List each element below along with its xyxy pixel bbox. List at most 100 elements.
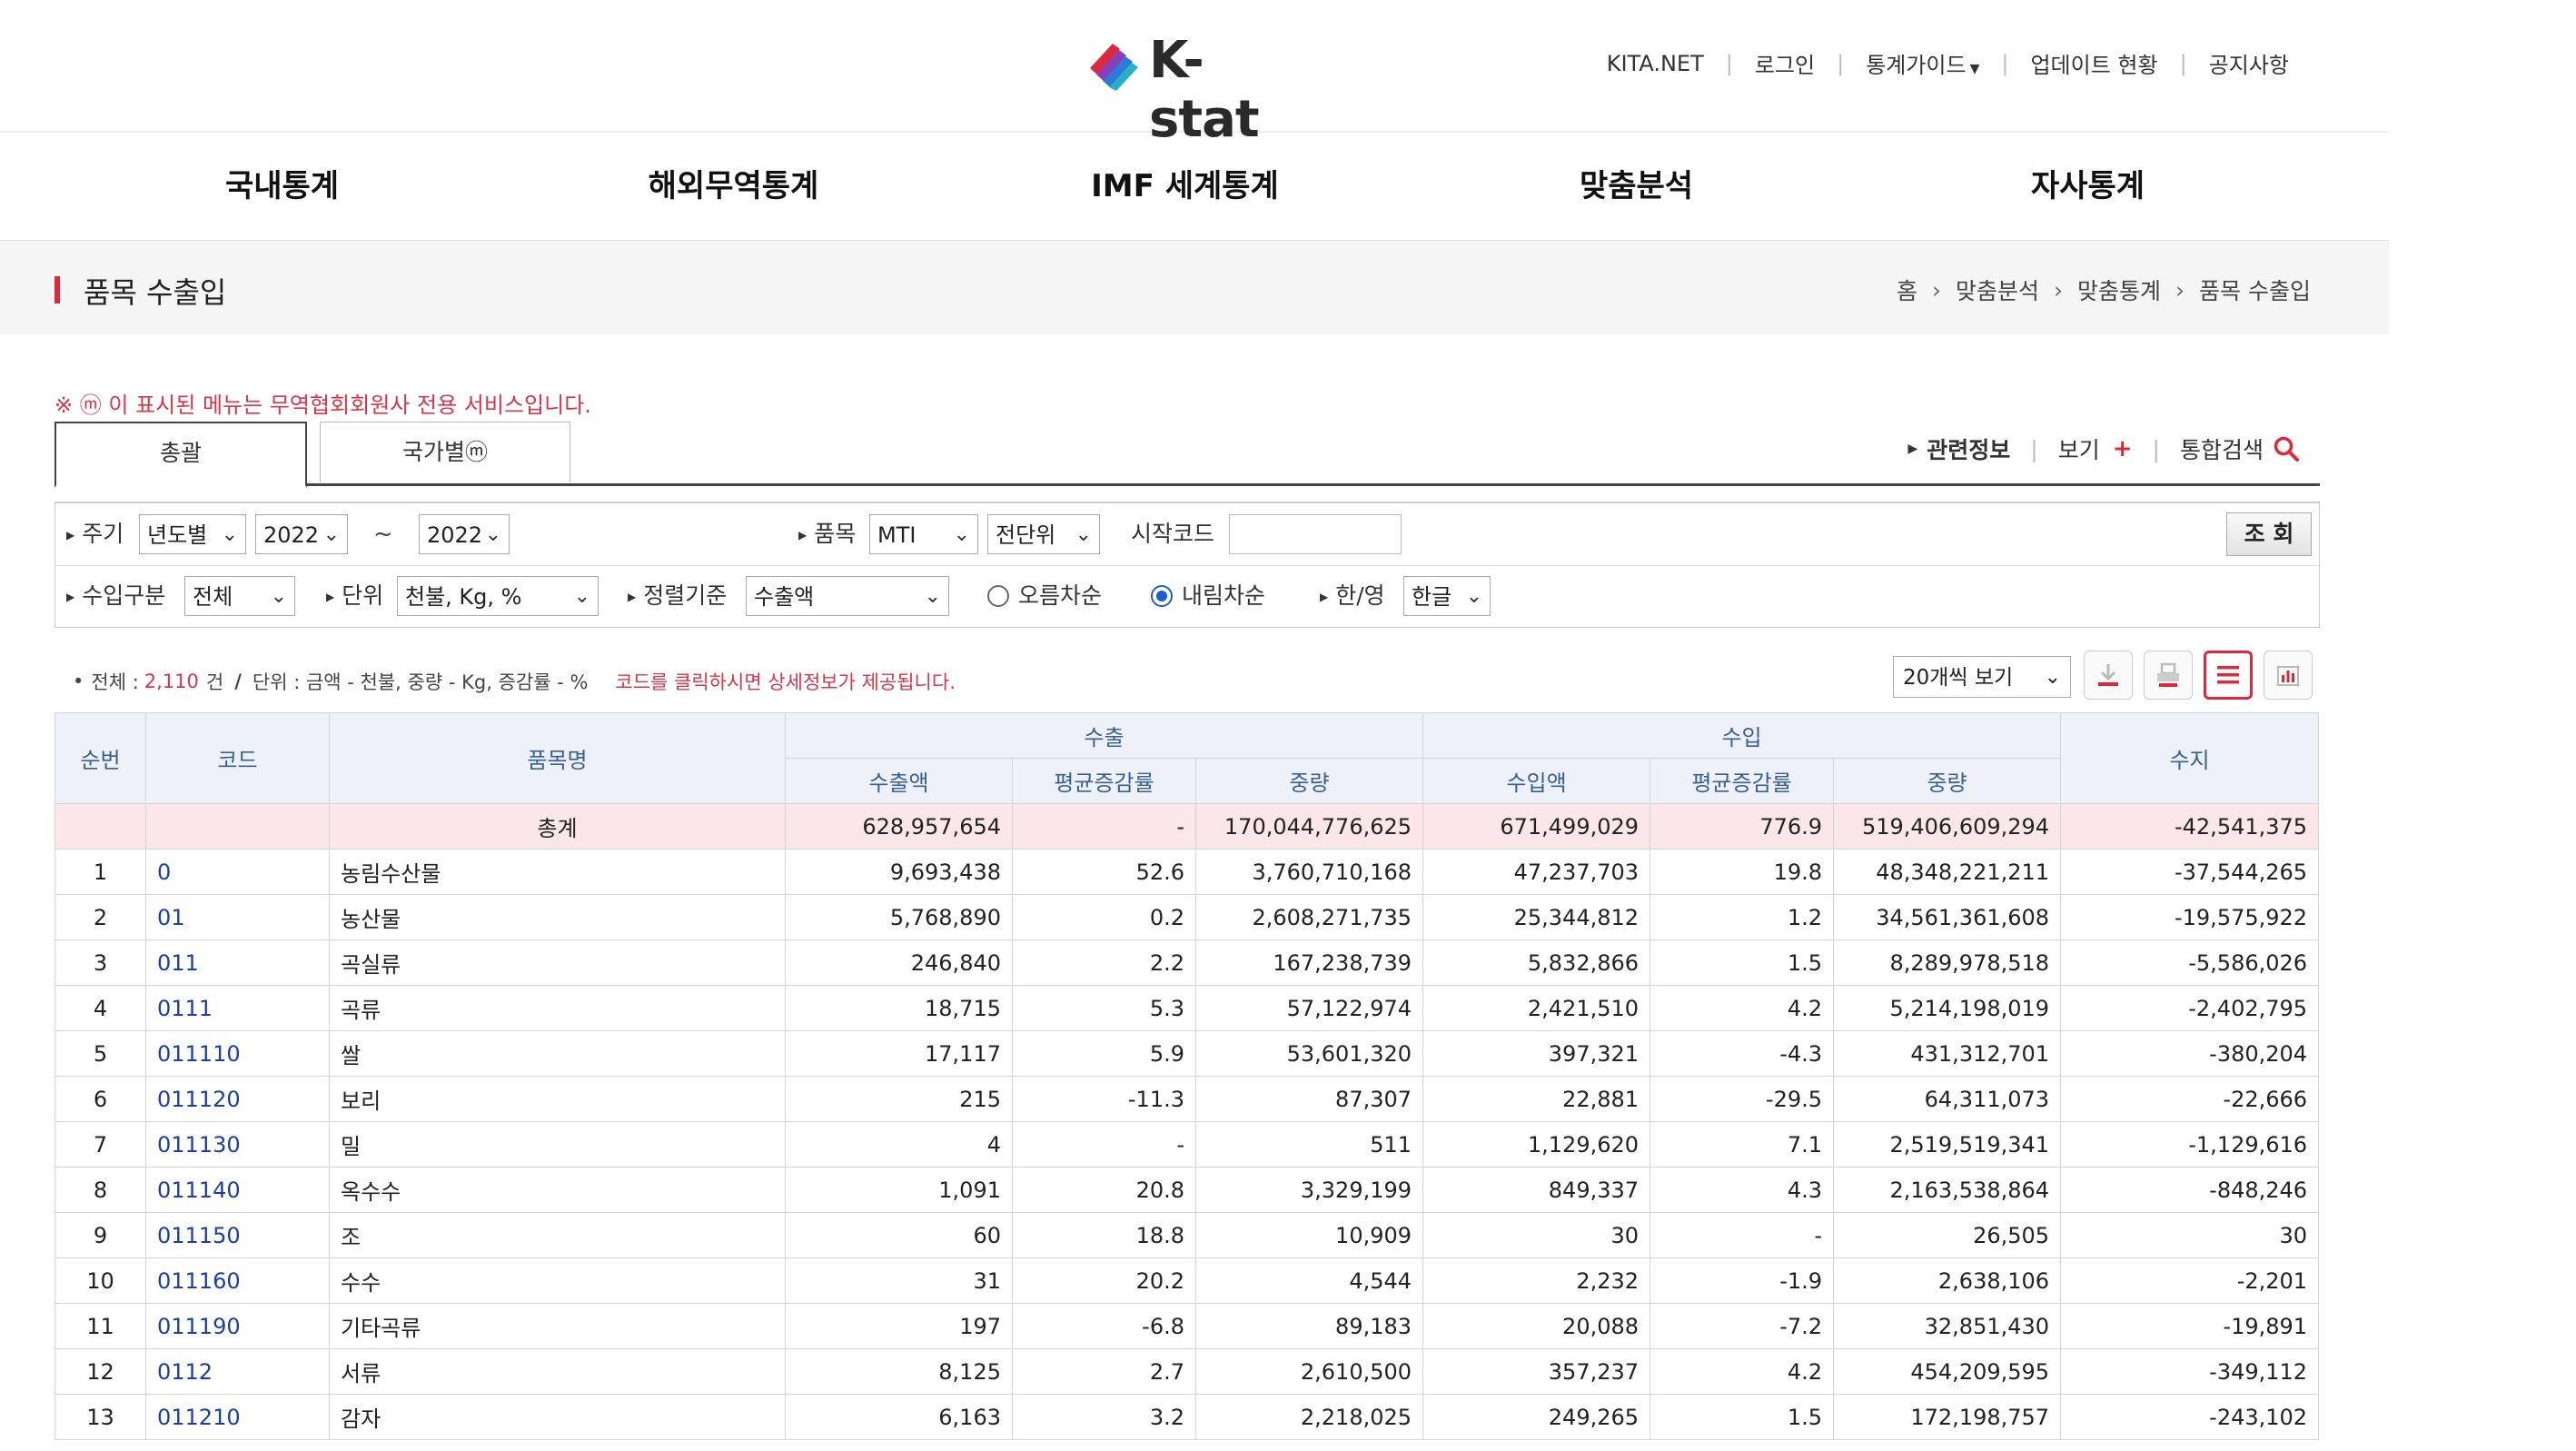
k-stat-logo[interactable]: K-stat <box>1085 31 1294 149</box>
search-button[interactable]: 조 회 <box>2226 512 2312 556</box>
total-seq <box>54 803 146 850</box>
cell-code[interactable]: 011150 <box>145 1212 330 1258</box>
item-classification-select[interactable]: MTI ⌄ <box>869 514 978 554</box>
chevron-right-icon: › <box>2054 276 2064 303</box>
cell-balance: 30 <box>2060 1212 2320 1258</box>
col-header-export-growth[interactable]: 평균증감률 <box>1012 758 1196 804</box>
cell-code[interactable]: 011210 <box>145 1394 330 1440</box>
plus-icon[interactable]: + <box>2113 435 2133 462</box>
cell-import-growth: -4.3 <box>1650 1030 1835 1077</box>
cell-code[interactable]: 011 <box>145 939 330 986</box>
col-header-export-amount[interactable]: 수출액 <box>785 758 1013 804</box>
trade-type-select[interactable]: 전체 ⌄ <box>184 576 295 616</box>
filter-row-1: ▶ 주기 년도별 ⌄ 2022 ⌄ ~ 2022 ⌄ ▶ 품목 MTI ⌄ 전단위 ⌄ 시작코… <box>55 503 2319 566</box>
sort-asc-label[interactable]: 오름차순 <box>1018 565 1102 627</box>
sort-asc-radio[interactable] <box>987 585 1009 607</box>
main-nav: 국내통계 해외무역통계 IMF 세계통계 맞춤분석 자사통계 <box>0 133 2389 241</box>
divider: | <box>1837 50 1845 76</box>
col-header-import-growth[interactable]: 평균증감률 <box>1650 758 1835 804</box>
period-select[interactable]: 년도별 ⌄ <box>139 514 246 554</box>
sort-select[interactable]: 수출액 ⌄ <box>746 576 949 616</box>
col-header-code[interactable]: 코드 <box>145 712 330 804</box>
unit-select[interactable]: 천불, Kg, % ⌄ <box>397 576 599 616</box>
sort-desc-label[interactable]: 내림차순 <box>1182 565 1265 627</box>
col-header-seq[interactable]: 순번 <box>54 712 146 804</box>
col-header-name[interactable]: 품목명 <box>329 712 786 804</box>
table-view-button[interactable] <box>2204 651 2253 700</box>
cell-code[interactable]: 0112 <box>145 1348 330 1395</box>
chart-view-button[interactable] <box>2264 651 2313 700</box>
triangle-right-icon: ▶ <box>628 591 637 603</box>
tab-by-country[interactable]: 국가별ⓜ <box>320 422 570 482</box>
main-nav-domestic[interactable]: 국내통계 <box>56 133 508 240</box>
start-code-input[interactable] <box>1229 514 1402 554</box>
cell-code[interactable]: 011160 <box>145 1257 330 1304</box>
sort-desc-radio[interactable] <box>1151 585 1173 607</box>
download-button[interactable] <box>2084 651 2133 700</box>
table-row: 1 0 농림수산물 9,693,438 52.6 3,760,710,168 47,237,… <box>54 849 2320 895</box>
cell-export-weight: 2,608,271,735 <box>1194 894 1424 940</box>
breadcrumb-item[interactable]: 맞춤분석 <box>1956 273 2039 306</box>
cell-export-weight: 89,183 <box>1194 1303 1424 1349</box>
util-link-guide[interactable]: 통계가이드 ▼ <box>1866 47 1979 79</box>
cell-code[interactable]: 01 <box>145 894 330 940</box>
unit-level-select[interactable]: 전단위 ⌄ <box>987 514 1100 554</box>
cell-import-weight: 172,198,757 <box>1833 1394 2062 1440</box>
result-summary: • 전체 : 2,110 건 / 단위 : 금액 - 천불, 중량 - Kg, … <box>73 668 956 695</box>
language-select[interactable]: 한글 ⌄ <box>1403 576 1491 616</box>
cell-seq: 9 <box>54 1212 146 1258</box>
main-nav-company-stats[interactable]: 자사통계 <box>1862 133 2313 240</box>
col-header-export-weight[interactable]: 중량 <box>1194 758 1424 804</box>
cell-code[interactable]: 011120 <box>145 1076 330 1122</box>
cell-import-growth: 4.2 <box>1650 1348 1835 1395</box>
cell-name: 옥수수 <box>329 1167 786 1213</box>
util-link-kita[interactable]: KITA.NET <box>1607 51 1704 76</box>
cell-export-amount: 1,091 <box>785 1167 1013 1213</box>
chevron-down-icon: ⌄ <box>924 585 941 608</box>
table-body: 총계 628,957,654 - 170,044,776,625 671,499… <box>54 803 2320 1440</box>
cell-code[interactable]: 0 <box>145 849 330 895</box>
cell-export-growth: -6.8 <box>1012 1303 1196 1349</box>
cell-code[interactable]: 011190 <box>145 1303 330 1349</box>
breadcrumb-home[interactable]: 홈 <box>1897 273 1917 306</box>
cell-code[interactable]: 011140 <box>145 1167 330 1213</box>
cell-balance: -380,204 <box>2060 1030 2320 1077</box>
breadcrumb-item[interactable]: 맞춤통계 <box>2077 273 2161 306</box>
util-link-updates[interactable]: 업데이트 현황 <box>2030 47 2157 79</box>
main-nav-overseas-trade[interactable]: 해외무역통계 <box>508 133 959 240</box>
per-page-select[interactable]: 20개씩 보기 ⌄ <box>1893 656 2071 698</box>
integrated-search-link[interactable]: 통합검색 <box>2180 432 2264 465</box>
cell-export-amount: 5,768,890 <box>785 894 1013 940</box>
util-link-notice[interactable]: 공지사항 <box>2209 47 2289 79</box>
sort-label-text: 정렬기준 <box>643 582 728 609</box>
year-to-select[interactable]: 2022 ⌄ <box>419 514 510 554</box>
year-from-select[interactable]: 2022 ⌄ <box>255 514 348 554</box>
range-tilde: ~ <box>373 521 393 548</box>
print-button[interactable] <box>2144 651 2193 700</box>
util-link-guide-label: 통계가이드 <box>1866 53 1967 78</box>
col-header-import-weight[interactable]: 중량 <box>1833 758 2062 804</box>
related-info-link[interactable]: 관련정보 <box>1927 432 2010 465</box>
cell-code[interactable]: 011130 <box>145 1121 330 1168</box>
util-link-login[interactable]: 로그인 <box>1755 47 1815 79</box>
cell-export-growth: 2.7 <box>1012 1348 1196 1395</box>
tab-summary[interactable]: 총괄 <box>54 422 307 488</box>
cell-export-growth: 5.9 <box>1012 1030 1196 1077</box>
cell-export-growth: 5.3 <box>1012 985 1196 1031</box>
main-nav-imf[interactable]: IMF 세계통계 <box>959 133 1411 240</box>
cell-export-growth: 3.2 <box>1012 1394 1196 1440</box>
cell-code[interactable]: 0111 <box>145 985 330 1031</box>
view-link[interactable]: 보기 <box>2058 432 2100 465</box>
title-accent-bar <box>54 276 60 303</box>
cell-export-amount: 215 <box>785 1076 1013 1122</box>
main-nav-custom-analysis[interactable]: 맞춤분석 <box>1411 133 1862 240</box>
cell-name: 감자 <box>329 1394 786 1440</box>
cell-import-weight: 454,209,595 <box>1833 1348 2062 1395</box>
cell-name: 수수 <box>329 1257 786 1304</box>
col-header-import-amount[interactable]: 수입액 <box>1422 758 1651 804</box>
cell-export-weight: 3,329,199 <box>1194 1167 1424 1213</box>
cell-seq: 3 <box>54 939 146 986</box>
cell-code[interactable]: 011110 <box>145 1030 330 1077</box>
col-header-balance[interactable]: 수지 <box>2060 712 2320 804</box>
search-icon[interactable] <box>2273 435 2300 462</box>
